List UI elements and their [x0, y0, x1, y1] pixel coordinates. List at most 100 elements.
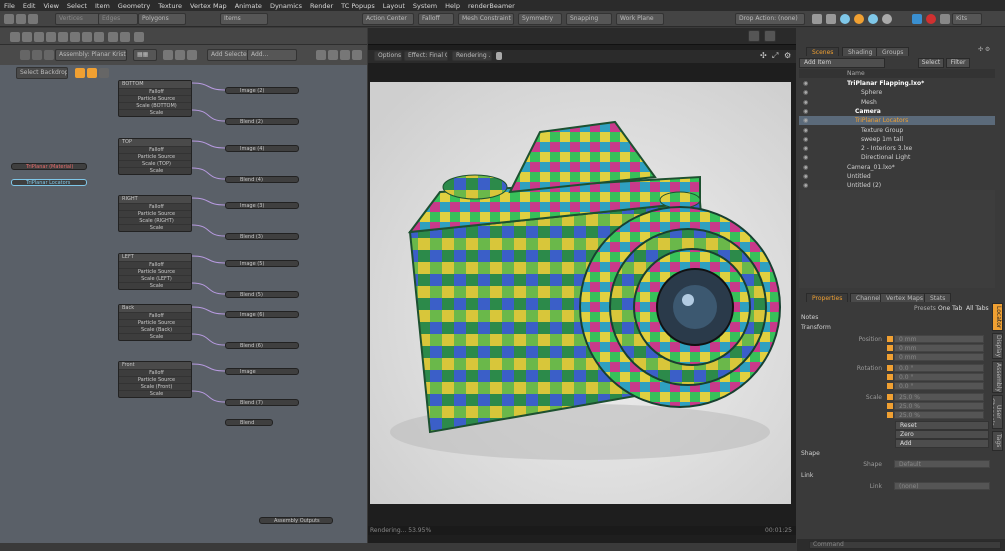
side-tab-locator[interactable]: Locator — [992, 303, 1003, 331]
node-scale-row[interactable]: Scale — [119, 109, 191, 116]
action-center-button[interactable]: Action Center — [362, 13, 414, 25]
tab-groups[interactable]: Groups — [876, 47, 910, 56]
node-scale-row[interactable]: Scale — [119, 390, 191, 397]
locator-node-bottom[interactable]: BOTTOM Falloff Particle Source Scale (BOTTO… — [118, 80, 192, 117]
node-tool-icon[interactable] — [10, 32, 20, 42]
outliner-row[interactable]: ◉ Untitled (2) — [799, 181, 995, 190]
eye-icon[interactable]: ◉ — [803, 172, 808, 181]
position-y-field[interactable]: 0 mm — [894, 344, 984, 352]
image-node[interactable]: Image — [225, 368, 299, 375]
menu-layout[interactable]: Layout — [383, 2, 405, 10]
monitor-icon[interactable] — [826, 14, 836, 24]
node-particle-row[interactable]: Particle Source — [119, 210, 191, 217]
command-input[interactable]: Command — [809, 541, 1001, 549]
reset-button[interactable]: Reset — [895, 421, 989, 430]
schematic-canvas[interactable]: Select Backdrop BOTTOM Falloff Particle So… — [0, 65, 367, 543]
options-button[interactable]: Options — [374, 51, 402, 61]
blend-node[interactable]: Blend (4) — [225, 176, 299, 183]
node-tool-icon[interactable] — [120, 32, 130, 42]
kits-button[interactable]: Kits — [952, 13, 982, 25]
all-tabs-dropdown[interactable]: All Tabs — [966, 305, 989, 312]
move-icon[interactable] — [316, 50, 326, 60]
menu-render[interactable]: Render — [310, 2, 333, 10]
menu-animate[interactable]: Animate — [235, 2, 262, 10]
scale-y-field[interactable]: 25.0 % — [894, 402, 984, 410]
keyframe-icon[interactable] — [887, 374, 893, 380]
items-mode-button[interactable]: Items — [220, 13, 268, 25]
locator-node-front[interactable]: Front Falloff Particle Source Scale (Front)… — [118, 361, 192, 398]
keyframe-icon[interactable] — [887, 354, 893, 360]
keyframe-icon[interactable] — [887, 412, 893, 418]
outliner-row[interactable]: ◉ Untitled — [799, 172, 995, 181]
panel-icon[interactable] — [912, 14, 922, 24]
locator-node-back[interactable]: Back Falloff Particle Source Scale (Back) Sc… — [118, 304, 192, 341]
layout-icon[interactable] — [16, 14, 26, 24]
rotation-z-field[interactable]: 0.0 ° — [894, 382, 984, 390]
menu-vertex-map[interactable]: Vertex Map — [190, 2, 227, 10]
record-icon[interactable] — [926, 14, 936, 24]
node-tool-icon[interactable] — [108, 32, 118, 42]
node-particle-row[interactable]: Particle Source — [119, 95, 191, 102]
view-icon[interactable] — [44, 50, 54, 60]
menu-edit[interactable]: Edit — [23, 2, 36, 10]
node-scale-row[interactable]: Scale — [119, 333, 191, 340]
image-node[interactable]: Image (2) — [225, 87, 299, 94]
menu-dynamics[interactable]: Dynamics — [270, 2, 302, 10]
mesh-constraint-button[interactable]: Mesh Constraint — [458, 13, 514, 25]
menu-geometry[interactable]: Geometry — [118, 2, 150, 10]
keyframe-icon[interactable] — [887, 383, 893, 389]
locator-node-right[interactable]: RIGHT Falloff Particle Source Scale (RIGHT)… — [118, 195, 192, 232]
node-falloff-row[interactable]: Falloff — [119, 146, 191, 153]
outliner-row[interactable]: ◉ Mesh — [799, 98, 995, 107]
eye-icon[interactable]: ◉ — [803, 126, 808, 135]
node-particle-row[interactable]: Particle Source — [119, 376, 191, 383]
eye-icon[interactable]: ◉ — [803, 79, 808, 88]
image-node[interactable]: Image (3) — [225, 202, 299, 209]
add-selected-button[interactable]: Add Selected — [207, 49, 249, 61]
menu-view[interactable]: View — [43, 2, 58, 10]
arrow-down-icon[interactable] — [187, 50, 197, 60]
falloff-button[interactable]: Falloff — [418, 13, 454, 25]
snapping-button[interactable]: Snapping — [566, 13, 612, 25]
outliner-row[interactable]: ◉ Camera_01.lxo* — [799, 163, 995, 172]
effect-dropdown[interactable]: Effect: Final C... — [404, 51, 448, 61]
scale-z-field[interactable]: 25.0 % — [894, 411, 984, 419]
outliner-row[interactable]: ◉ Camera — [799, 107, 995, 116]
menu-texture[interactable]: Texture — [158, 2, 182, 10]
side-tab-assembly[interactable]: Assembly — [992, 361, 1003, 393]
blend-node[interactable]: Blend — [225, 419, 273, 426]
triplanar-locators-node[interactable]: TriPlanar Locators — [11, 179, 87, 186]
outliner-row[interactable]: ◉ sweep 1m tall — [799, 135, 995, 144]
rotation-x-field[interactable]: 0.0 ° — [894, 364, 984, 372]
tab-properties[interactable]: Properties — [806, 293, 849, 302]
menu-tc-popups[interactable]: TC Popups — [341, 2, 375, 10]
tab-stats[interactable]: Stats — [924, 293, 952, 302]
zero-button[interactable]: Zero — [895, 430, 989, 439]
grid-toggle-button[interactable]: ▦▦ — [133, 49, 157, 61]
lock-icon[interactable] — [496, 52, 502, 60]
outliner-row[interactable]: ◉ TriPlanar Locators — [799, 116, 995, 126]
move-icon[interactable]: ✣ — [760, 51, 770, 61]
keyframe-icon[interactable] — [887, 394, 893, 400]
node-scale-name-row[interactable]: Scale (BOTTOM) — [119, 102, 191, 109]
node-tool-icon[interactable] — [134, 32, 144, 42]
locator-node-left[interactable]: LEFT Falloff Particle Source Scale (LEFT) Sc… — [118, 253, 192, 290]
edges-mode-button[interactable]: Edges — [98, 13, 138, 25]
node-particle-row[interactable]: Particle Source — [119, 319, 191, 326]
gear-icon[interactable] — [882, 14, 892, 24]
node-tool-icon[interactable] — [58, 32, 68, 42]
view-icon[interactable] — [32, 50, 42, 60]
node-scale-row[interactable]: Scale — [119, 167, 191, 174]
outliner-row[interactable]: ◉ TriPlanar Flapping.lxo* — [799, 79, 995, 88]
eye-icon[interactable]: ◉ — [803, 88, 808, 97]
panel-controls[interactable]: ✣ ⚙ — [978, 46, 1002, 55]
triplanar-material-node[interactable]: TriPlanar (Material) — [11, 163, 87, 170]
eye-icon[interactable]: ◉ — [803, 116, 808, 125]
keyframe-icon[interactable] — [887, 365, 893, 371]
shape-section-header[interactable]: Shape — [801, 450, 820, 457]
node-falloff-row[interactable]: Falloff — [119, 203, 191, 210]
one-tab-dropdown[interactable]: One Tab — [938, 305, 962, 312]
eye-icon[interactable]: ◉ — [803, 153, 808, 162]
shape-dropdown[interactable]: Default — [894, 460, 990, 468]
node-scale-name-row[interactable]: Scale (RIGHT) — [119, 217, 191, 224]
